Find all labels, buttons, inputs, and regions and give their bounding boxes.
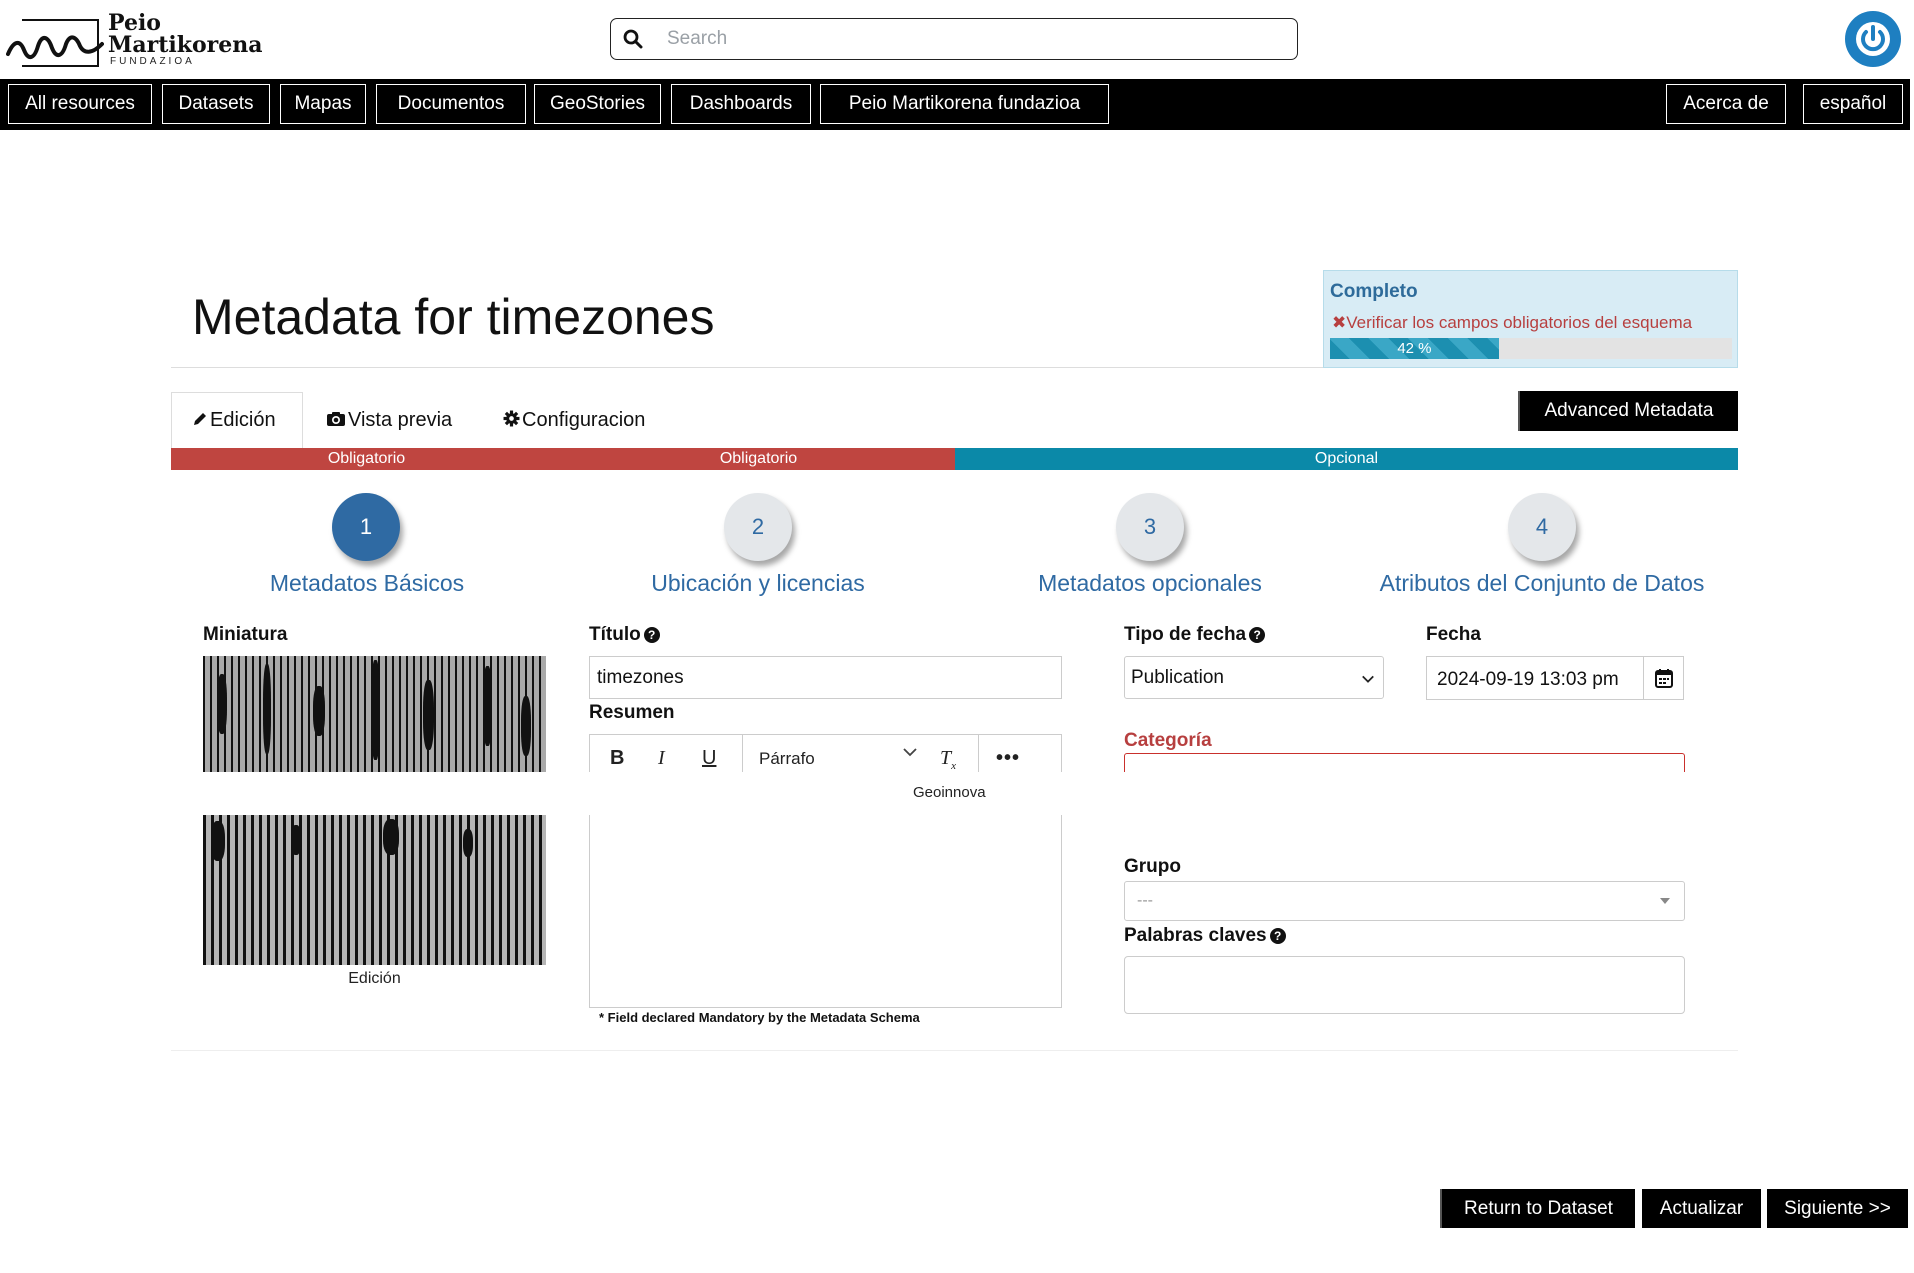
nav-dashboards[interactable]: Dashboards xyxy=(671,84,811,124)
main-nav: All resources Datasets Mapas Documentos … xyxy=(0,79,1910,130)
return-to-dataset-button[interactable]: Return to Dataset xyxy=(1440,1189,1635,1228)
abstract-editor[interactable] xyxy=(589,815,1062,1008)
stage-mandatory-2: Obligatorio xyxy=(562,448,955,470)
nav-documents[interactable]: Documentos xyxy=(376,84,526,124)
page-title: Metadata for timezones xyxy=(192,289,715,345)
caret-down-icon xyxy=(1660,898,1670,904)
date-type-select[interactable]: Publication xyxy=(1124,656,1384,699)
category-label: Categoría xyxy=(1124,730,1212,751)
search-icon xyxy=(623,29,643,49)
category-select[interactable] xyxy=(1124,753,1685,773)
tab-preview[interactable]: Vista previa xyxy=(326,392,452,448)
chevron-down-icon xyxy=(1361,670,1375,692)
header: Peio Martikorena FUNDAZIOA xyxy=(0,0,1914,79)
logo-mark-icon xyxy=(6,19,104,67)
format-select[interactable]: Párrafo xyxy=(759,749,815,769)
completeness-progress-bar: 42 % xyxy=(1330,338,1732,359)
group-label: Grupo xyxy=(1124,856,1181,877)
step-1-label[interactable]: Metadatos Básicos xyxy=(209,570,525,597)
update-button[interactable]: Actualizar xyxy=(1642,1189,1761,1228)
pencil-icon xyxy=(192,410,208,433)
date-label: Fecha xyxy=(1426,624,1481,645)
step-2-label[interactable]: Ubicación y licencias xyxy=(598,570,918,597)
tab-settings-label: Configuracion xyxy=(522,408,646,431)
keywords-label-text: Palabras claves xyxy=(1124,925,1267,946)
tab-edit[interactable]: Edición xyxy=(171,392,303,448)
nav-maps[interactable]: Mapas xyxy=(280,84,366,124)
next-button[interactable]: Siguiente >> xyxy=(1767,1189,1908,1228)
nav-foundation[interactable]: Peio Martikorena fundazioa xyxy=(820,84,1109,124)
thumbnail-caption: Edición xyxy=(348,970,401,987)
brand-name-line2: Martikorena xyxy=(108,32,263,58)
camera-icon xyxy=(326,410,346,433)
gear-icon xyxy=(503,410,520,433)
power-icon xyxy=(1856,22,1890,56)
advanced-metadata-button[interactable]: Advanced Metadata xyxy=(1518,391,1738,431)
group-value: --- xyxy=(1137,892,1153,909)
date-value: 2024-09-19 13:03 pm xyxy=(1437,669,1619,690)
bold-icon[interactable]: B xyxy=(610,747,624,770)
toolbar-tooltip: Geoinnova xyxy=(913,784,986,801)
brand-name-line3: FUNDAZIOA xyxy=(110,56,195,67)
group-select[interactable]: --- xyxy=(1124,881,1685,921)
completeness-warning-text: Verificar los campos obligatorios del es… xyxy=(1346,313,1693,332)
help-icon[interactable]: ? xyxy=(643,627,660,643)
help-icon[interactable]: ? xyxy=(1249,627,1266,643)
keywords-label: Palabras claves? xyxy=(1124,925,1286,947)
nav-all-resources[interactable]: All resources xyxy=(8,84,152,124)
step-1-button[interactable]: 1 xyxy=(332,493,400,561)
card-bottom-edge xyxy=(171,1050,1738,1051)
nav-datasets[interactable]: Datasets xyxy=(162,84,270,124)
thumbnail-label: Miniatura xyxy=(203,624,288,645)
stage-mandatory-1: Obligatorio xyxy=(171,448,562,470)
title-label: Título? xyxy=(589,624,660,646)
language-selector[interactable]: español xyxy=(1803,84,1903,124)
abstract-editor-toolbar: B I U Párrafo Tx ••• xyxy=(589,734,1062,773)
step-2-button[interactable]: 2 xyxy=(724,493,792,561)
search-box[interactable] xyxy=(610,18,1298,60)
step-3-label[interactable]: Metadatos opcionales xyxy=(990,570,1310,597)
keywords-input[interactable] xyxy=(1124,956,1685,1014)
step-4-label[interactable]: Atributos del Conjunto de Datos xyxy=(1340,570,1744,597)
completeness-title: Completo xyxy=(1330,281,1418,302)
title-input[interactable]: timezones xyxy=(589,656,1062,699)
tab-preview-label: Vista previa xyxy=(348,408,453,431)
title-input-value: timezones xyxy=(597,666,684,688)
clear-format-icon[interactable]: Tx xyxy=(940,747,956,772)
abstract-label: Resumen xyxy=(589,702,675,723)
italic-icon[interactable]: I xyxy=(658,747,665,770)
completeness-warning[interactable]: ✖Verificar los campos obligatorios del e… xyxy=(1332,313,1692,333)
user-menu-button[interactable] xyxy=(1845,11,1901,67)
tab-settings[interactable]: Configuracion xyxy=(503,392,645,448)
brand-logo[interactable]: Peio Martikorena FUNDAZIOA xyxy=(6,10,262,70)
x-icon: ✖ xyxy=(1332,313,1347,332)
date-type-label-text: Tipo de fecha xyxy=(1124,624,1247,645)
more-icon[interactable]: ••• xyxy=(996,747,1020,770)
search-input[interactable] xyxy=(667,28,1267,50)
progress-label: 42 % xyxy=(1397,340,1432,357)
step-3-button[interactable]: 3 xyxy=(1116,493,1184,561)
date-type-value: Publication xyxy=(1131,666,1224,688)
date-type-label: Tipo de fecha? xyxy=(1124,624,1266,646)
completeness-panel: Completo ✖Verificar los campos obligator… xyxy=(1323,270,1738,368)
calendar-icon[interactable] xyxy=(1655,668,1673,693)
step-4-button[interactable]: 4 xyxy=(1508,493,1576,561)
thumbnail-image-preview[interactable] xyxy=(203,815,546,965)
mandatory-note: * Field declared Mandatory by the Metada… xyxy=(599,1010,920,1025)
nav-about[interactable]: Acerca de xyxy=(1666,84,1786,124)
help-icon[interactable]: ? xyxy=(1269,928,1286,944)
tab-edit-label: Edición xyxy=(210,409,276,431)
nav-geostories[interactable]: GeoStories xyxy=(534,84,661,124)
stage-optional: Opcional xyxy=(955,448,1738,470)
chevron-down-icon[interactable] xyxy=(902,743,918,766)
title-label-text: Título xyxy=(589,624,641,645)
underline-icon[interactable]: U xyxy=(702,747,716,770)
date-input[interactable]: 2024-09-19 13:03 pm xyxy=(1426,656,1684,700)
thumbnail-image[interactable] xyxy=(203,656,546,772)
